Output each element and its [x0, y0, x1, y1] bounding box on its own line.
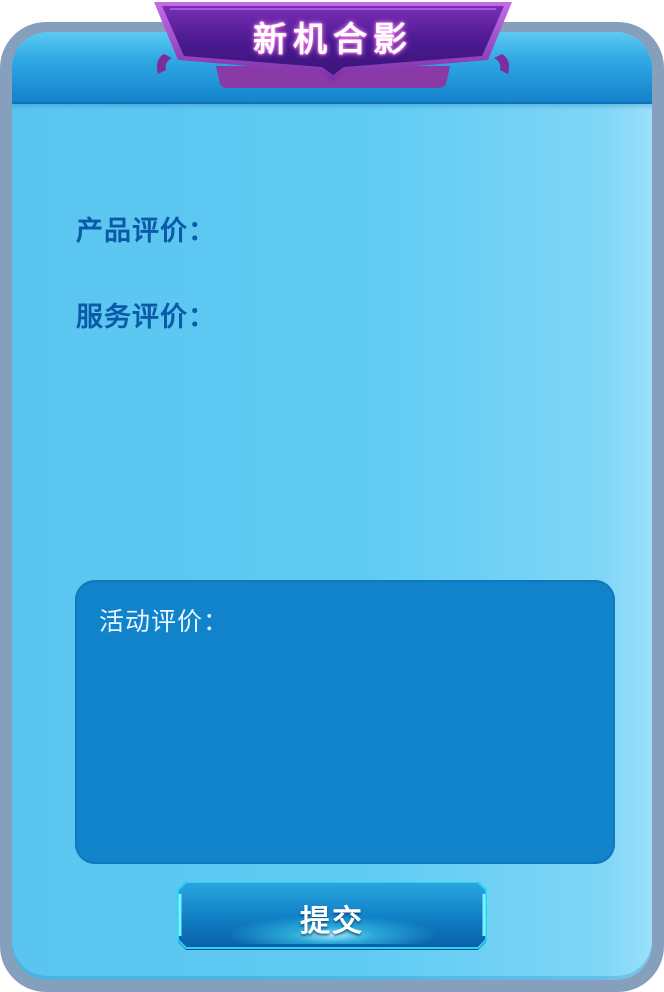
feedback-dialog: 产品评价： 服务评价： 活动评价： 新机合影 提交: [0, 0, 664, 992]
product-rating-label: 产品评价：: [76, 216, 216, 247]
submit-button[interactable]: 提交: [176, 882, 488, 952]
dialog-panel: 产品评价： 服务评价： 活动评价：: [12, 32, 652, 980]
title-banner: 新机合影: [150, 0, 516, 92]
activity-rating-label: 活动评价：: [99, 607, 230, 636]
service-rating-label: 服务评价：: [76, 302, 216, 333]
activity-comment-field[interactable]: 活动评价：: [75, 580, 615, 864]
dialog-title: 新机合影: [253, 20, 413, 60]
submit-button-label: 提交: [300, 904, 364, 939]
